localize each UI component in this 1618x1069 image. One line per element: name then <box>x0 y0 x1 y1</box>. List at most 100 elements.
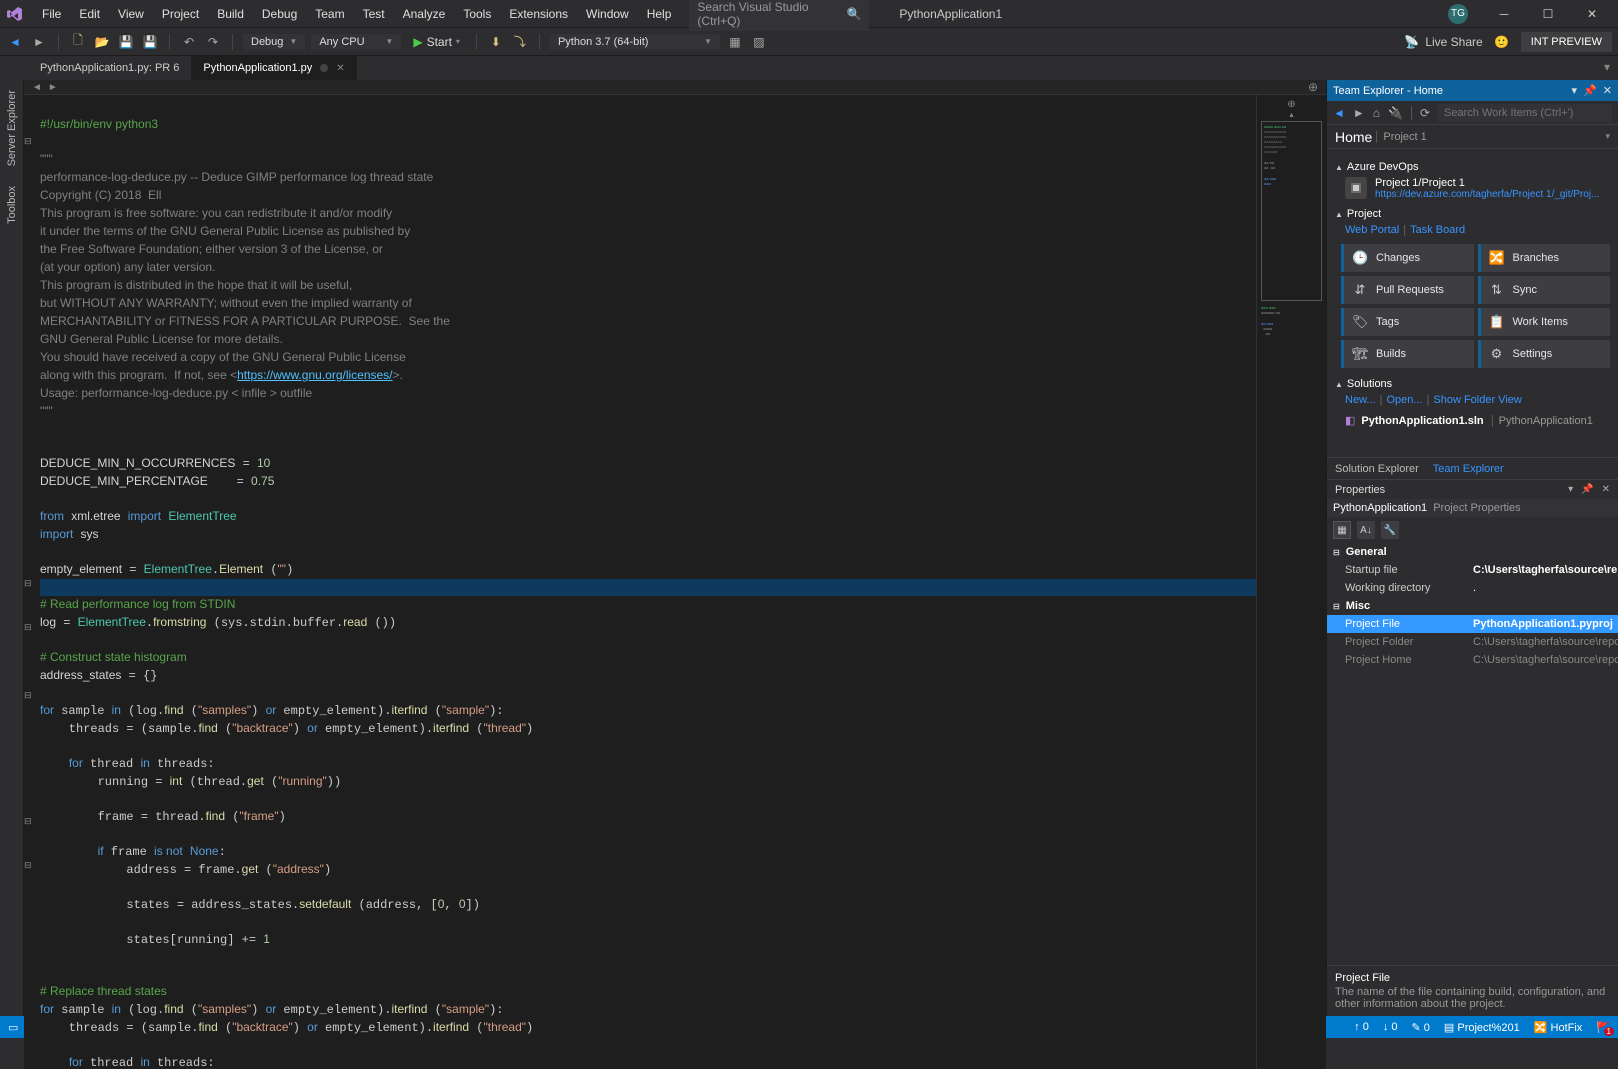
project-url[interactable]: https://dev.azure.com/tagherfa/Project 1… <box>1375 189 1599 200</box>
publish-up[interactable]: ↑ 0 <box>1354 1021 1369 1033</box>
project-section[interactable]: ▲Project <box>1335 208 1610 220</box>
solution-item[interactable]: ◧ PythonApplication1.sln PythonApplicati… <box>1345 414 1610 427</box>
tile-changes[interactable]: 🕒Changes <box>1341 244 1474 272</box>
menu-file[interactable]: File <box>34 3 69 25</box>
nav-back-icon[interactable]: ◄ <box>6 33 24 51</box>
open-sln-link[interactable]: Open... <box>1386 394 1422 406</box>
team-explorer-breadcrumb[interactable]: Home Project 1 ▾ <box>1327 125 1618 149</box>
feedback-icon[interactable]: 🙂 <box>1493 33 1511 51</box>
menu-build[interactable]: Build <box>209 3 252 25</box>
config-combo[interactable]: Debug▼ <box>243 34 305 50</box>
undo-icon[interactable]: ↶ <box>180 33 198 51</box>
cat-misc[interactable]: ⊟Misc <box>1327 597 1618 615</box>
tile-tags[interactable]: 🏷Tags <box>1341 308 1474 336</box>
tile-settings[interactable]: ⚙Settings <box>1478 340 1611 368</box>
prop-project-file[interactable]: Project FilePythonApplication1.pyproj <box>1327 615 1618 633</box>
global-search[interactable]: Search Visual Studio (Ctrl+Q) 🔍 <box>689 0 869 31</box>
tab-solution-explorer[interactable]: Solution Explorer <box>1335 463 1419 475</box>
save-icon[interactable]: 💾 <box>117 33 135 51</box>
plug-icon[interactable]: 🔌 <box>1388 106 1403 120</box>
code-editor[interactable]: #!/usr/bin/env python3 ⊟""" performance-… <box>24 95 1326 1069</box>
cat-general[interactable]: ⊟General <box>1327 543 1618 561</box>
close-icon[interactable]: ✕ <box>336 63 344 74</box>
tab-pr6[interactable]: PythonApplication1.py: PR 6 <box>28 56 191 80</box>
project-name[interactable]: Project 1/Project 1 <box>1375 177 1599 189</box>
maximize-button[interactable]: ☐ <box>1528 3 1568 25</box>
python-env-combo[interactable]: Python 3.7 (64-bit)▼ <box>550 34 720 50</box>
prop-project-folder[interactable]: Project FolderC:\Users\tagherfa\source\r… <box>1327 633 1618 651</box>
notifications-icon[interactable]: 🚩 <box>1596 1021 1610 1034</box>
alpha-icon[interactable]: A↓ <box>1357 521 1375 539</box>
task-board-link[interactable]: Task Board <box>1410 224 1465 236</box>
split-icon[interactable]: ⊕ <box>1308 80 1318 94</box>
tab-pyfile[interactable]: PythonApplication1.py✕ <box>191 56 356 80</box>
close-icon[interactable]: ✕ <box>1603 84 1612 97</box>
open-file-icon[interactable]: 📂 <box>93 33 111 51</box>
toolbox-tab[interactable]: Toolbox <box>6 186 18 224</box>
pin-icon[interactable]: 📌 <box>1581 484 1593 495</box>
prop-project-home[interactable]: Project HomeC:\Users\tagherfa\source\rep… <box>1327 651 1618 669</box>
properties-object-combo[interactable]: PythonApplication1Project Properties <box>1327 499 1618 517</box>
nav-right-icon[interactable]: ► <box>48 82 58 93</box>
wrench-icon[interactable]: 🔧 <box>1381 521 1399 539</box>
solutions-section[interactable]: ▲Solutions <box>1335 378 1610 390</box>
nav-fwd-icon[interactable]: ► <box>30 33 48 51</box>
folder-view-link[interactable]: Show Folder View <box>1433 394 1521 406</box>
menu-edit[interactable]: Edit <box>71 3 108 25</box>
step-over-icon[interactable]: ⤵ <box>511 33 529 51</box>
prop-working-dir[interactable]: Working directory. <box>1327 579 1618 597</box>
tab-overflow-icon[interactable]: ▾ <box>1596 56 1618 80</box>
live-share-button[interactable]: 📡Live Share <box>1404 35 1482 49</box>
new-project-icon[interactable]: 🗋 <box>69 33 87 51</box>
grid2-icon[interactable]: ▨ <box>750 33 768 51</box>
tile-sync[interactable]: ⇅Sync <box>1478 276 1611 304</box>
save-all-icon[interactable]: 💾 <box>141 33 159 51</box>
refresh-icon[interactable]: ⟳ <box>1420 106 1430 120</box>
dropdown-icon[interactable]: ▾ <box>1568 484 1573 495</box>
step-into-icon[interactable]: ⬇ <box>487 33 505 51</box>
close-icon[interactable]: ✕ <box>1602 484 1610 495</box>
tile-work-items[interactable]: 📋Work Items <box>1478 308 1611 336</box>
menu-window[interactable]: Window <box>578 3 637 25</box>
minimize-button[interactable]: ─ <box>1484 3 1524 25</box>
menu-help[interactable]: Help <box>639 3 680 25</box>
user-avatar[interactable]: TG <box>1448 4 1468 24</box>
publish-down[interactable]: ↓ 0 <box>1383 1021 1398 1033</box>
menu-project[interactable]: Project <box>154 3 207 25</box>
dropdown-icon[interactable]: ▾ <box>1572 84 1578 97</box>
back-icon[interactable]: ◄ <box>1333 106 1345 120</box>
branch-name[interactable]: 🔀 HotFix <box>1534 1021 1583 1034</box>
tile-builds[interactable]: 🏗Builds <box>1341 340 1474 368</box>
new-sln-link[interactable]: New... <box>1345 394 1376 406</box>
grid1-icon[interactable]: ▦ <box>726 33 744 51</box>
code-area[interactable]: #!/usr/bin/env python3 ⊟""" performance-… <box>24 95 1256 1069</box>
pin-icon[interactable]: 📌 <box>1583 84 1597 97</box>
menu-team[interactable]: Team <box>307 3 352 25</box>
menu-extensions[interactable]: Extensions <box>501 3 576 25</box>
menu-analyze[interactable]: Analyze <box>395 3 454 25</box>
repo-name[interactable]: ▤ Project%201 <box>1444 1021 1520 1034</box>
categorized-icon[interactable]: ▦ <box>1333 521 1351 539</box>
menu-test[interactable]: Test <box>355 3 393 25</box>
minimap[interactable]: ⊕ ▴ aaaa aaa aa aaaaaaaaaa aaaaaaaaaa aa… <box>1256 95 1326 1069</box>
int-preview-badge[interactable]: INT PREVIEW <box>1521 32 1612 52</box>
azure-devops-section[interactable]: ▲Azure DevOps <box>1335 161 1610 173</box>
forward-icon[interactable]: ► <box>1353 106 1365 120</box>
prop-startup-file[interactable]: Startup fileC:\Users\tagherfa\source\rep… <box>1327 561 1618 579</box>
menu-tools[interactable]: Tools <box>455 3 499 25</box>
platform-combo[interactable]: Any CPU▼ <box>311 34 401 50</box>
menu-view[interactable]: View <box>110 3 152 25</box>
work-items-search[interactable] <box>1438 104 1612 122</box>
tab-team-explorer[interactable]: Team Explorer <box>1433 463 1504 475</box>
home-icon[interactable]: ⌂ <box>1373 106 1380 120</box>
redo-icon[interactable]: ↷ <box>204 33 222 51</box>
editor-nav-bar[interactable]: ◄ ► ⊕ <box>24 80 1326 95</box>
pending-changes[interactable]: ✎ 0 <box>1412 1021 1430 1034</box>
menu-debug[interactable]: Debug <box>254 3 305 25</box>
tile-pull-requests[interactable]: ⇵Pull Requests <box>1341 276 1474 304</box>
server-explorer-tab[interactable]: Server Explorer <box>6 90 18 166</box>
tile-branches[interactable]: 🔀Branches <box>1478 244 1611 272</box>
start-debug-button[interactable]: ▶Start▾ <box>407 33 466 51</box>
web-portal-link[interactable]: Web Portal <box>1345 224 1399 236</box>
nav-left-icon[interactable]: ◄ <box>32 82 42 93</box>
